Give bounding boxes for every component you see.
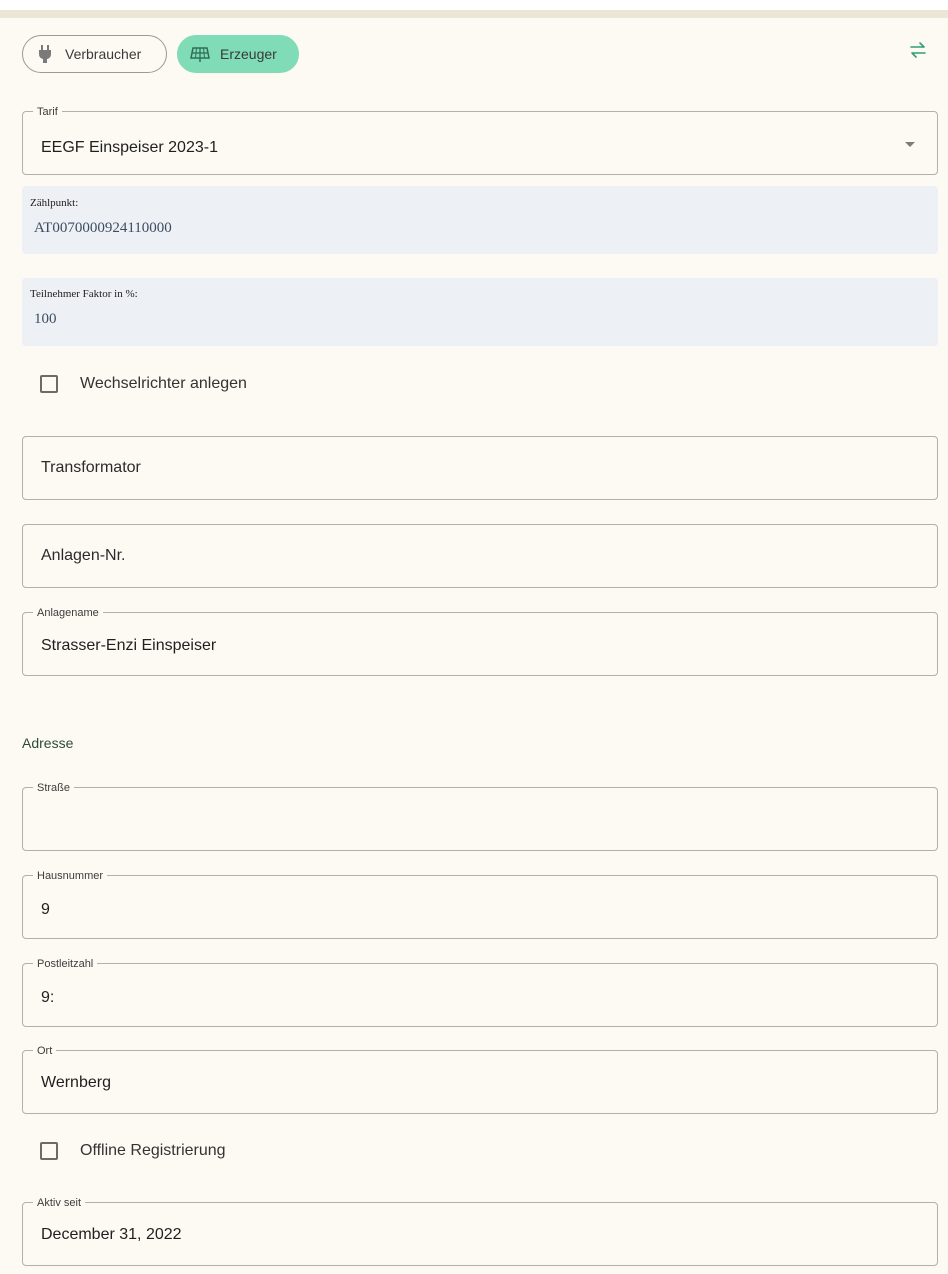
consumer-chip[interactable]: Verbraucher (22, 35, 167, 73)
house-number-label: Hausnummer (33, 869, 108, 883)
chevron-down-icon (905, 142, 915, 147)
plant-name-input[interactable]: Anlagename Strasser-Enzi Einspeiser (22, 606, 938, 676)
plug-icon (35, 44, 55, 64)
tariff-select[interactable]: Tarif EEGF Einspeiser 2023-1 (22, 105, 938, 175)
participant-factor-box: Teilnehmer Faktor in %: 100 (22, 278, 938, 346)
tariff-label: Tarif (33, 105, 62, 119)
plant-number-placeholder: Anlagen-Nr. (41, 547, 126, 564)
postal-code-value: 9: (41, 989, 55, 1006)
street-label: Straße (33, 781, 75, 795)
postal-code-input[interactable]: Postleitzahl 9: (22, 957, 938, 1027)
solar-panel-icon (190, 44, 210, 64)
postal-code-label: Postleitzahl (33, 957, 98, 971)
active-since-label: Aktiv seit (33, 1196, 86, 1210)
inverter-checkbox-label: Wechselrichter anlegen (80, 375, 247, 392)
transformer-placeholder: Transformator (41, 459, 141, 476)
plant-number-input[interactable]: Anlagen-Nr. (22, 524, 938, 588)
meter-point-value[interactable]: AT0070000924110000 (34, 220, 220, 237)
offline-registration-label: Offline Registrierung (80, 1142, 226, 1159)
plant-name-label: Anlagename (33, 606, 103, 620)
city-label: Ort (33, 1044, 57, 1058)
top-divider (0, 10, 948, 18)
participant-factor-label: Teilnehmer Faktor in %: (30, 288, 138, 300)
house-number-value: 9 (41, 901, 50, 918)
street-input[interactable]: Straße (22, 781, 938, 851)
plant-name-value: Strasser-Enzi Einspeiser (41, 637, 217, 654)
inverter-checkbox[interactable] (40, 375, 58, 393)
participant-factor-value[interactable]: 100 (34, 311, 57, 328)
inverter-checkbox-row[interactable]: Wechselrichter anlegen (40, 375, 247, 393)
meter-point-box: Zählpunkt: AT0070000924110000 (22, 186, 938, 254)
offline-registration-checkbox[interactable] (40, 1142, 58, 1160)
transformer-input[interactable]: Transformator (22, 436, 938, 500)
producer-chip[interactable]: Erzeuger (177, 35, 299, 73)
active-since-input[interactable]: Aktiv seit December 31, 2022 (22, 1196, 938, 1266)
city-input[interactable]: Ort Wernberg (22, 1044, 938, 1114)
consumer-chip-label: Verbraucher (65, 46, 142, 62)
offline-registration-row[interactable]: Offline Registrierung (40, 1142, 226, 1160)
address-heading: Adresse (22, 735, 74, 751)
meter-point-label: Zählpunkt: (30, 197, 79, 209)
swap-arrows-icon[interactable] (906, 38, 930, 62)
tariff-value: EEGF Einspeiser 2023-1 (41, 139, 218, 156)
city-value: Wernberg (41, 1074, 111, 1091)
active-since-value: December 31, 2022 (41, 1226, 182, 1243)
producer-chip-label: Erzeuger (220, 46, 277, 62)
house-number-input[interactable]: Hausnummer 9 (22, 869, 938, 939)
